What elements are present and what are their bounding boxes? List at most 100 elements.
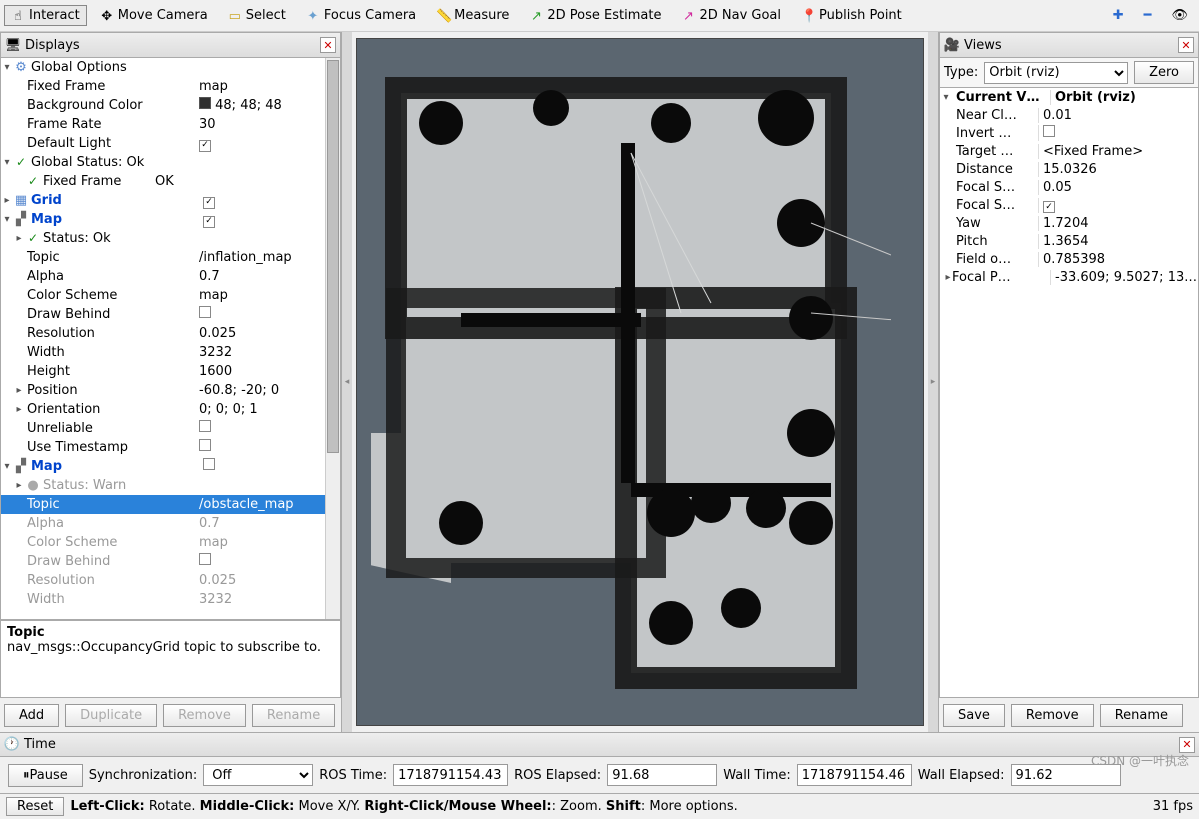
yaw-value[interactable]: 1.7204 — [1038, 216, 1198, 231]
focal-point-label[interactable]: Focal P… — [952, 270, 1050, 285]
topic1-value[interactable]: /inflation_map — [195, 248, 340, 267]
move-camera-button[interactable]: ✥Move Camera — [93, 5, 215, 26]
frame-rate-value[interactable]: 30 — [195, 115, 340, 134]
clock-icon: 🕐 — [4, 738, 20, 752]
wall-elapsed-input[interactable] — [1011, 764, 1121, 786]
sync-select[interactable]: Off — [203, 764, 313, 786]
color-scheme-value[interactable]: map — [195, 286, 340, 305]
interact-button[interactable]: ☝Interact — [4, 5, 87, 26]
fov-value[interactable]: 0.785398 — [1038, 252, 1198, 267]
type-label: Type: — [944, 65, 978, 80]
height-value[interactable]: 1600 — [195, 362, 340, 381]
pitch-value[interactable]: 1.3654 — [1038, 234, 1198, 249]
alpha2-label: Alpha — [25, 514, 195, 533]
distance-value[interactable]: 15.0326 — [1038, 162, 1198, 177]
frame-rate-label: Frame Rate — [25, 115, 195, 134]
remove-view-button[interactable]: Remove — [1011, 704, 1094, 727]
render-viewport[interactable] — [356, 38, 924, 726]
default-light-checkbox[interactable]: ✓ — [195, 134, 340, 153]
reset-button[interactable]: Reset — [6, 797, 64, 816]
focus-camera-button[interactable]: ✦Focus Camera — [299, 5, 423, 26]
global-options[interactable]: Global Options — [29, 58, 199, 77]
focal-fixed-checkbox[interactable]: ✓ — [1038, 198, 1198, 213]
close-icon[interactable]: ✕ — [320, 37, 336, 53]
map1-status[interactable]: Status: Ok — [41, 229, 211, 248]
target-value[interactable]: <Fixed Frame> — [1038, 144, 1198, 159]
focal-size-value[interactable]: 0.05 — [1038, 180, 1198, 195]
type-select[interactable]: Orbit (rviz) — [984, 62, 1128, 84]
close-icon[interactable]: ✕ — [1178, 37, 1194, 53]
add-button[interactable]: Add — [4, 704, 59, 727]
duplicate-button[interactable]: Duplicate — [65, 704, 157, 727]
width2-value[interactable]: 3232 — [195, 590, 340, 609]
resolution-value[interactable]: 0.025 — [195, 324, 340, 343]
position-value[interactable]: -60.8; -20; 0 — [195, 381, 340, 400]
views-buttons: Save Remove Rename — [939, 698, 1199, 732]
fixed-frame-value[interactable]: map — [195, 77, 340, 96]
wall-time-input[interactable] — [797, 764, 912, 786]
gear-icon: ⚙ — [13, 61, 29, 75]
map2-status[interactable]: Status: Warn — [41, 476, 211, 495]
target-label: Target … — [940, 144, 1038, 159]
focal-point-value[interactable]: -33.609; 9.5027; 13.… — [1050, 270, 1198, 285]
use-timestamp-checkbox[interactable] — [195, 438, 340, 457]
bg-color-value[interactable]: 48; 48; 48 — [195, 96, 340, 115]
near-clip-value[interactable]: 0.01 — [1038, 108, 1198, 123]
resolution2-value[interactable]: 0.025 — [195, 571, 340, 590]
yaw-label: Yaw — [940, 216, 1038, 231]
map2-checkbox[interactable] — [199, 457, 340, 476]
rename-view-button[interactable]: Rename — [1100, 704, 1183, 727]
orientation-value[interactable]: 0; 0; 0; 1 — [195, 400, 340, 419]
alpha-value[interactable]: 0.7 — [195, 267, 340, 286]
views-panel: 🎥 Views ✕ Type: Orbit (rviz) Zero ▾Curre… — [938, 32, 1199, 732]
ros-time-input[interactable] — [393, 764, 508, 786]
save-view-button[interactable]: Save — [943, 704, 1005, 727]
remove-button[interactable]: Remove — [163, 704, 246, 727]
select-button[interactable]: ▭Select — [221, 5, 293, 26]
topic2-value[interactable]: /obstacle_map — [195, 495, 340, 514]
map1-checkbox[interactable]: ✓ — [199, 210, 340, 229]
map2-item[interactable]: Map — [29, 457, 199, 476]
close-icon[interactable]: ✕ — [1179, 737, 1195, 753]
pause-button[interactable]: ⏸Pause — [8, 764, 83, 787]
views-tree[interactable]: ▾Current V…Orbit (rviz) Near Cl…0.01 Inv… — [939, 88, 1199, 698]
default-light-label: Default Light — [25, 134, 195, 153]
invert-z-checkbox[interactable] — [1038, 125, 1198, 141]
position-label: Position — [25, 381, 195, 400]
fixed-frame-label: Fixed Frame — [25, 77, 195, 96]
fps-label: 31 fps — [1153, 799, 1193, 814]
zero-button[interactable]: Zero — [1134, 61, 1194, 84]
views-header: 🎥 Views ✕ — [939, 32, 1199, 58]
rename-button[interactable]: Rename — [252, 704, 335, 727]
current-view-label[interactable]: Current V… — [952, 90, 1050, 105]
add-tool-button[interactable]: ✚ — [1106, 5, 1131, 26]
global-status[interactable]: Global Status: Ok — [29, 153, 199, 172]
display-icon: 🖥 — [5, 38, 21, 52]
ros-elapsed-input[interactable] — [607, 764, 717, 786]
color-scheme-label: Color Scheme — [25, 286, 195, 305]
nav-2d-button[interactable]: ↗2D Nav Goal — [674, 5, 788, 26]
displays-tree[interactable]: ▾⚙Global Options Fixed Framemap Backgrou… — [0, 58, 341, 620]
left-splitter[interactable]: ◂ — [342, 32, 352, 732]
grid-checkbox[interactable]: ✓ — [199, 191, 340, 210]
right-splitter[interactable]: ▸ — [928, 32, 938, 732]
map1-item[interactable]: Map — [29, 210, 199, 229]
status-bar: Reset Left-Click: Rotate. Middle-Click: … — [0, 793, 1199, 819]
topic-label: Topic — [25, 248, 195, 267]
alpha2-value[interactable]: 0.7 — [195, 514, 340, 533]
view-toggle-button[interactable]: 👁 — [1164, 5, 1195, 26]
draw-behind-checkbox[interactable] — [195, 305, 340, 324]
grid-item[interactable]: Grid — [29, 191, 199, 210]
pose-2d-button[interactable]: ↗2D Pose Estimate — [522, 5, 668, 26]
unreliable-checkbox[interactable] — [195, 419, 340, 438]
remove-tool-button[interactable]: ━ — [1137, 5, 1159, 26]
ros-elapsed-label: ROS Elapsed: — [514, 768, 601, 783]
publish-point-button[interactable]: 📍Publish Point — [794, 5, 909, 26]
measure-button[interactable]: 📏Measure — [429, 5, 516, 26]
tree-scrollbar[interactable] — [325, 58, 340, 619]
width2-label: Width — [25, 590, 195, 609]
color-scheme2-value[interactable]: map — [195, 533, 340, 552]
displays-panel: 🖥 Displays ✕ ▾⚙Global Options Fixed Fram… — [0, 32, 342, 732]
draw-behind2-checkbox[interactable] — [195, 552, 340, 571]
width-value[interactable]: 3232 — [195, 343, 340, 362]
